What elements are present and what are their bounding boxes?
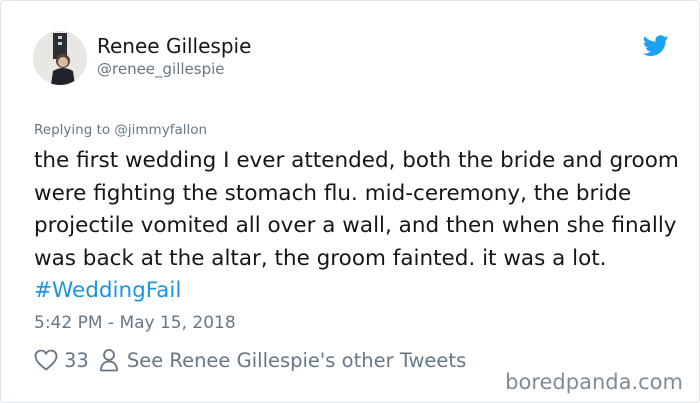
watermark: boredpanda.com — [505, 370, 683, 394]
other-tweets-link[interactable]: See Renee Gillespie's other Tweets — [127, 349, 466, 372]
replying-to-label: Replying to — [34, 122, 111, 138]
twitter-bird-icon[interactable] — [643, 35, 669, 57]
author-name[interactable]: Renee Gillespie — [97, 34, 251, 58]
avatar[interactable] — [33, 31, 87, 85]
heart-icon[interactable] — [34, 349, 58, 371]
tweet-timestamp[interactable]: 5:42 PM - May 15, 2018 — [34, 313, 236, 333]
author-handle[interactable]: @renee_gillespie — [97, 60, 225, 78]
person-icon — [99, 349, 118, 372]
replying-to: Replying to @jimmyfallon — [34, 122, 207, 138]
tweet-actions: 33 See Renee Gillespie's other Tweets — [34, 348, 466, 372]
like-count: 33 — [64, 348, 89, 372]
tweet-text: the first wedding I ever attended, both … — [34, 145, 684, 308]
reply-handle-link[interactable]: @jimmyfallon — [114, 122, 207, 138]
tweet-body: the first wedding I ever attended, both … — [34, 148, 679, 271]
hashtag-link[interactable]: #WeddingFail — [34, 278, 181, 303]
tweet-card: Renee Gillespie @renee_gillespie Replyin… — [0, 0, 700, 403]
